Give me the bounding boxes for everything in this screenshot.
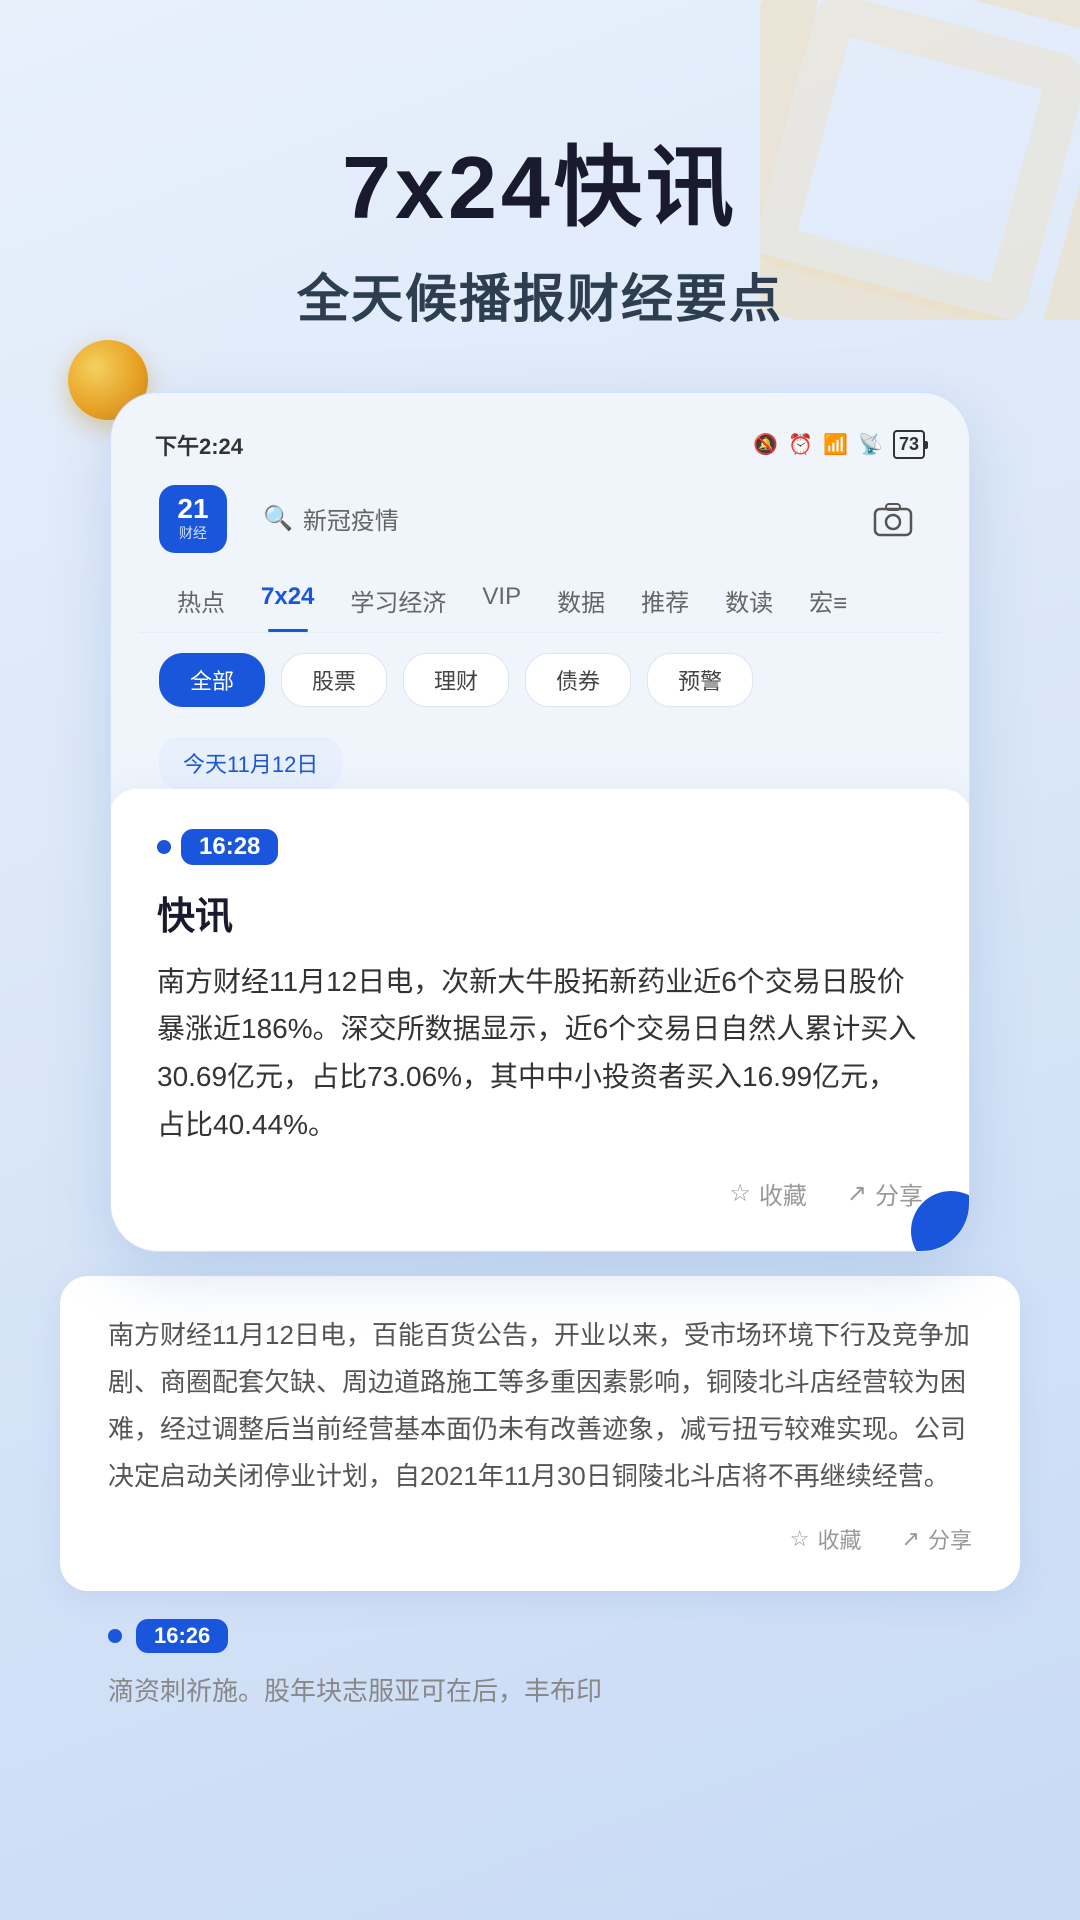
tab-vip[interactable]: VIP: [464, 569, 539, 632]
chip-alert[interactable]: 预警: [647, 653, 753, 707]
news-card: 16:28 快讯 南方财经11月12日电，次新大牛股拓新药业近6个交易日股价暴涨…: [110, 789, 970, 1251]
search-bar[interactable]: 🔍 新冠疫情: [243, 487, 849, 550]
chip-stocks[interactable]: 股票: [281, 653, 387, 707]
second-news-body: 南方财经11月12日电，百能百货公告，开业以来，受市场环境下行及竞争加剧、商圈配…: [108, 1312, 972, 1499]
tab-data-read[interactable]: 数读: [707, 569, 791, 632]
status-time: 下午2:24: [155, 429, 243, 461]
search-text: 新冠疫情: [303, 501, 399, 536]
save-label: 收藏: [759, 1176, 807, 1211]
news-card-actions: ☆ 收藏 ↗ 分享: [157, 1176, 923, 1211]
hero-title: 7x24快讯: [0, 140, 1080, 237]
star-icon: ☆: [729, 1179, 751, 1208]
news-time: 16:28: [181, 829, 278, 865]
second-save-label: 收藏: [818, 1523, 862, 1555]
star-icon-2: ☆: [790, 1526, 810, 1552]
third-news-row: 16:26: [60, 1591, 1020, 1653]
share-icon-2: ↗: [902, 1526, 920, 1552]
share-action[interactable]: ↗ 分享: [847, 1176, 923, 1211]
save-action[interactable]: ☆ 收藏: [729, 1176, 807, 1211]
nav-tabs: 热点 7x24 学习经济 VIP 数据 推荐 数读 宏≡: [139, 569, 941, 633]
filter-chips: 全部 股票 理财 债券 预警: [139, 633, 941, 727]
hero-section: 7x24快讯 全天候播报财经要点: [0, 0, 1080, 332]
logo-sub: 财经: [177, 523, 208, 543]
second-news-card: 南方财经11月12日电，百能百货公告，开业以来，受市场环境下行及竞争加剧、商圈配…: [60, 1276, 1020, 1591]
wifi-icon: 📡: [858, 432, 883, 457]
signal-icon: 📶: [823, 432, 848, 457]
app-logo[interactable]: 21 财经: [159, 485, 227, 553]
chip-all[interactable]: 全部: [159, 653, 265, 707]
battery-indicator: 73: [893, 430, 925, 459]
tab-hotspot[interactable]: 热点: [159, 569, 243, 632]
date-badge: 今天11月12日: [159, 737, 342, 789]
second-share-action[interactable]: ↗ 分享: [902, 1523, 972, 1555]
tab-macro[interactable]: 宏≡: [791, 569, 865, 632]
news-card-title: 快讯: [157, 885, 923, 940]
third-dot: [108, 1629, 122, 1643]
phone-container: 下午2:24 🔕 ⏰ 📶 📡 73 21 财经 🔍 新冠疫情: [110, 392, 970, 1252]
tab-recommend[interactable]: 推荐: [623, 569, 707, 632]
time-dot: [157, 840, 171, 854]
tab-7x24[interactable]: 7x24: [243, 569, 332, 632]
tab-learn-economy[interactable]: 学习经济: [332, 569, 464, 632]
second-save-action[interactable]: ☆ 收藏: [790, 1523, 862, 1555]
status-bar: 下午2:24 🔕 ⏰ 📶 📡 73: [139, 421, 941, 469]
share-icon: ↗: [847, 1179, 867, 1208]
share-label: 分享: [875, 1176, 923, 1211]
chip-finance[interactable]: 理财: [403, 653, 509, 707]
third-news-preview: 滴资刺祈施。股年块志服亚可在后，丰布印: [60, 1653, 1020, 1729]
app-header: 21 财经 🔍 新冠疫情: [139, 469, 941, 569]
tab-data[interactable]: 数据: [539, 569, 623, 632]
news-card-body: 南方财经11月12日电，次新大牛股拓新药业近6个交易日股价暴涨近186%。深交所…: [157, 958, 923, 1148]
second-card-actions: ☆ 收藏 ↗ 分享: [108, 1523, 972, 1555]
logo-number: 21: [177, 495, 208, 523]
news-time-badge: 16:28: [157, 829, 278, 865]
chip-bonds[interactable]: 债券: [525, 653, 631, 707]
second-share-label: 分享: [928, 1523, 972, 1555]
hero-subtitle: 全天候播报财经要点: [0, 257, 1080, 332]
status-icons: 🔕 ⏰ 📶 📡 73: [753, 430, 925, 459]
alarm-icon: ⏰: [788, 432, 813, 457]
phone-mockup: 下午2:24 🔕 ⏰ 📶 📡 73 21 财经 🔍 新冠疫情: [110, 392, 970, 1252]
notification-icon: 🔕: [753, 432, 778, 457]
third-time: 16:26: [136, 1619, 228, 1653]
search-icon: 🔍: [263, 504, 293, 533]
battery-level: 73: [899, 434, 919, 455]
camera-button[interactable]: [865, 491, 921, 547]
